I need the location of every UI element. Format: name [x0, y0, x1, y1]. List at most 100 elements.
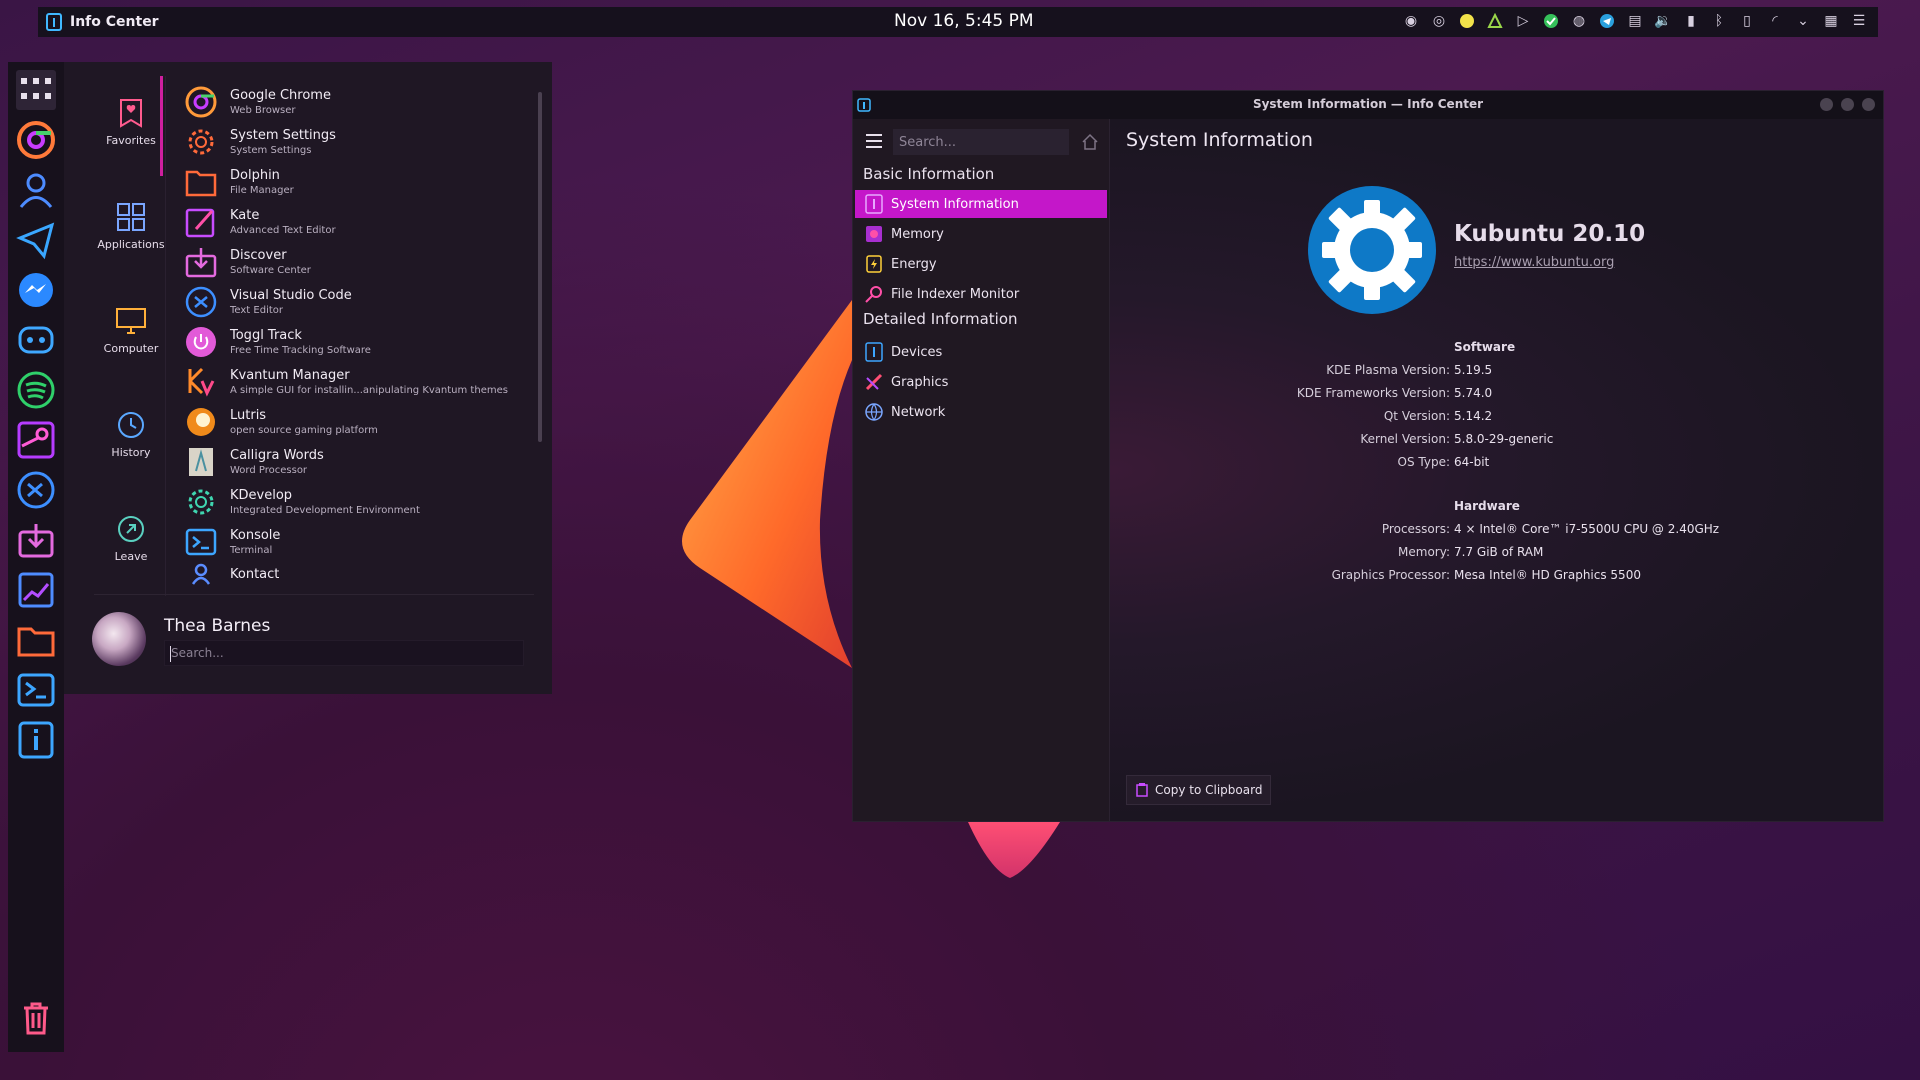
active-app-indicator[interactable]: Info Center [38, 13, 159, 31]
chevron-down-icon[interactable]: ⌄ [1794, 12, 1812, 30]
telegram-icon[interactable] [1598, 12, 1616, 30]
steam-icon[interactable] [16, 420, 56, 460]
app-description: open source gaming platform [230, 424, 378, 436]
info-center-window: System Information — Info Center Search.… [852, 90, 1884, 822]
category-history[interactable]: History [84, 404, 178, 459]
hardware-row: Memory: 7.7 GiB of RAM [1110, 545, 1883, 565]
nvidia-icon[interactable] [1486, 12, 1504, 30]
software-row: KDE Plasma Version: 5.19.5 [1110, 363, 1883, 383]
chrome-icon[interactable] [16, 120, 56, 160]
app-item-discover[interactable]: Discover Software Center [184, 242, 311, 282]
app-name: Toggl Track [230, 327, 302, 343]
yellow-dot-icon[interactable] [1458, 12, 1476, 30]
cpu-icon[interactable]: ▦ [1822, 12, 1840, 30]
sidebar-search-input[interactable]: Search... [893, 129, 1069, 155]
app-name: Kontact [230, 567, 280, 582]
distro-url-link[interactable]: https://www.kubuntu.org [1454, 255, 1614, 270]
info-key: Kernel Version: [1360, 432, 1450, 446]
clipboard-icon [1136, 783, 1148, 797]
info-icon[interactable] [16, 720, 56, 760]
app-item-system-settings[interactable]: System Settings System Settings [184, 122, 336, 162]
sidebar-item-system-information[interactable]: System Information [855, 190, 1107, 218]
text-editor-icon [184, 205, 218, 239]
maximize-button[interactable] [1841, 98, 1854, 111]
app-name: Kvantum Manager [230, 367, 350, 383]
steam-icon[interactable]: ◍ [1570, 12, 1588, 30]
messenger-icon[interactable] [16, 270, 56, 310]
telegram-icon[interactable] [16, 220, 56, 260]
hardware-row: Graphics Processor: Mesa Intel® HD Graphi… [1110, 568, 1883, 588]
messenger-icon[interactable]: ◉ [1402, 12, 1420, 30]
app-item-visual-studio-code[interactable]: Visual Studio Code Text Editor [184, 282, 352, 322]
app-name: Calligra Words [230, 447, 324, 463]
app-description: Free Time Tracking Software [230, 344, 371, 356]
konsole-icon[interactable] [16, 670, 56, 710]
wifi-icon[interactable]: ◜ [1766, 12, 1784, 30]
app-item-calligra-words[interactable]: Calligra Words Word Processor [184, 442, 324, 482]
sidebar-item-energy[interactable]: Energy [855, 250, 1107, 278]
app-item-kate[interactable]: Kate Advanced Text Editor [184, 202, 336, 242]
brush-icon [863, 371, 885, 393]
folder-icon[interactable] [16, 620, 56, 660]
launcher-search-input[interactable]: Search... [164, 640, 524, 666]
close-button[interactable] [1862, 98, 1875, 111]
app-list-scrollbar[interactable] [538, 92, 542, 442]
copy-button-label: Copy to Clipboard [1155, 783, 1263, 797]
trash-icon[interactable] [16, 998, 56, 1038]
menu-icon[interactable]: ☰ [1850, 12, 1868, 30]
copy-to-clipboard-button[interactable]: Copy to Clipboard [1126, 775, 1272, 805]
app-item-kdevelop[interactable]: KDevelop Integrated Development Environme… [184, 482, 420, 522]
discover-icon[interactable] [16, 520, 56, 560]
play-icon[interactable]: ▷ [1514, 12, 1532, 30]
volume-icon[interactable]: 🔉 [1654, 12, 1672, 30]
app-item-konsole[interactable]: Konsole Terminal [184, 522, 280, 562]
info-icon [863, 193, 885, 215]
category-label: Favorites [106, 134, 156, 147]
sidebar-item-graphics[interactable]: Graphics [855, 368, 1107, 396]
category-computer[interactable]: Computer [84, 300, 178, 355]
phone-icon[interactable]: ▯ [1738, 12, 1756, 30]
category-applications[interactable]: Applications [84, 196, 178, 251]
category-favorites[interactable]: Favorites [84, 92, 178, 147]
app-item-dolphin[interactable]: Dolphin File Manager [184, 162, 294, 202]
app-item-google-chrome[interactable]: Google Chrome Web Browser [184, 82, 331, 122]
software-row: KDE Frameworks Version: 5.74.0 [1110, 386, 1883, 406]
app-item-kvantum-manager[interactable]: Kvantum Manager A simple GUI for installi… [184, 362, 508, 402]
basic-information-header: Basic Information [863, 165, 995, 183]
krita-icon[interactable] [16, 570, 56, 610]
clock[interactable]: Nov 16, 5:45 PM [894, 11, 1034, 31]
contacts-icon[interactable] [16, 170, 56, 210]
app-item-lutris[interactable]: Lutris open source gaming platform [184, 402, 378, 442]
battery-icon[interactable]: ▮ [1682, 12, 1700, 30]
sidebar-item-network[interactable]: Network [855, 398, 1107, 426]
software-section-header: Software [1454, 340, 1516, 354]
vscode-icon[interactable] [16, 470, 56, 510]
app-description: System Settings [230, 144, 312, 156]
bluetooth-icon[interactable]: ᛒ [1710, 12, 1728, 30]
avatar[interactable] [92, 612, 146, 666]
apps-grid-icon[interactable] [16, 70, 56, 110]
app-description: Text Editor [230, 304, 283, 316]
hamburger-menu-icon[interactable] [865, 133, 883, 153]
category-leave[interactable]: Leave [84, 508, 178, 563]
category-label: Leave [114, 550, 148, 563]
discord-icon[interactable]: ◎ [1430, 12, 1448, 30]
clipboard-icon[interactable]: ▤ [1626, 12, 1644, 30]
hardware-section-header: Hardware [1454, 499, 1520, 513]
home-icon[interactable] [1081, 133, 1099, 155]
check-icon[interactable] [1542, 12, 1560, 30]
sidebar-item-devices[interactable]: Devices [855, 338, 1107, 366]
sidebar-item-memory[interactable]: Memory [855, 220, 1107, 248]
app-name: Dolphin [230, 167, 280, 183]
spotify-icon[interactable] [16, 370, 56, 410]
window-titlebar[interactable]: System Information — Info Center [853, 91, 1883, 119]
minimize-button[interactable] [1820, 98, 1833, 111]
info-value: 5.74.0 [1454, 386, 1493, 400]
app-item-kontact[interactable]: Kontact [184, 560, 279, 590]
discord-icon[interactable] [16, 320, 56, 360]
sidebar-item-file-indexer-monitor[interactable]: File Indexer Monitor [855, 280, 1107, 308]
info-value: 64-bit [1454, 455, 1490, 469]
app-item-toggl-track[interactable]: Toggl Track Free Time Tracking Software [184, 322, 371, 362]
info-key: Graphics Processor: [1331, 568, 1450, 582]
info-value: 5.14.2 [1454, 409, 1493, 423]
